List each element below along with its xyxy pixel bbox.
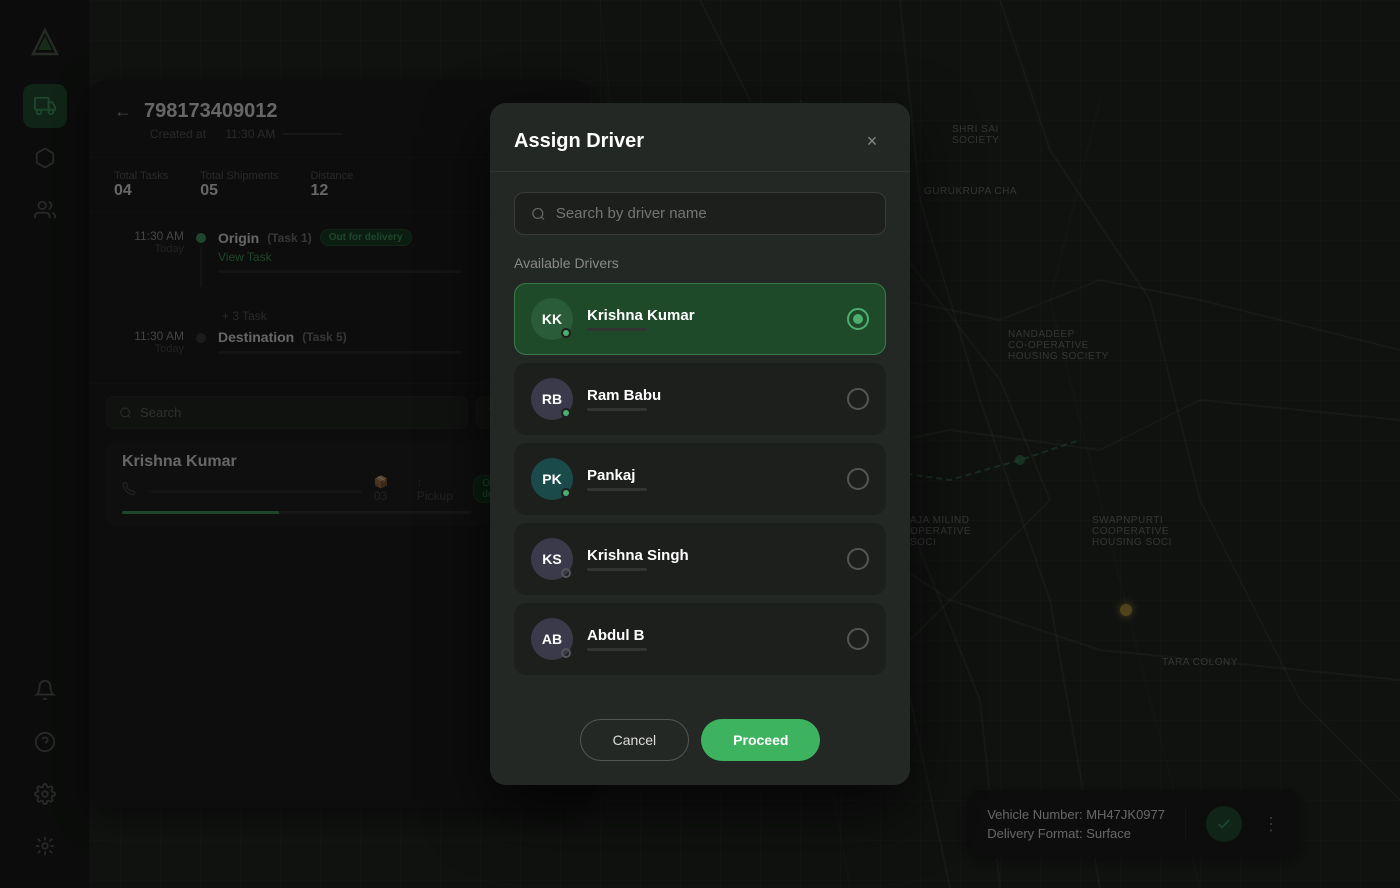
- driver-option-bar: [587, 648, 647, 651]
- driver-option-name: Krishna Singh: [587, 547, 833, 564]
- driver-radio-ks[interactable]: [847, 548, 869, 570]
- driver-avatar-ab: AB: [531, 618, 573, 660]
- driver-option-ks[interactable]: KS Krishna Singh: [514, 523, 886, 595]
- modal-close-button[interactable]: ×: [858, 127, 886, 155]
- driver-avatar-ks: KS: [531, 538, 573, 580]
- modal-footer: Cancel Proceed: [490, 703, 910, 785]
- driver-option-rb[interactable]: RB Ram Babu: [514, 363, 886, 435]
- driver-option-ab[interactable]: AB Abdul B: [514, 603, 886, 675]
- modal-search-icon: [531, 206, 546, 222]
- driver-avatar-rb: RB: [531, 378, 573, 420]
- driver-option-bar: [587, 408, 647, 411]
- driver-info-pk: Pankaj: [587, 467, 833, 491]
- driver-option-name: Abdul B: [587, 627, 833, 644]
- driver-option-bar: [587, 328, 647, 331]
- driver-search-box[interactable]: [514, 192, 886, 235]
- cancel-button[interactable]: Cancel: [580, 719, 690, 761]
- driver-avatar-kk: KK: [531, 298, 573, 340]
- driver-search-input[interactable]: [556, 205, 869, 222]
- proceed-button[interactable]: Proceed: [701, 719, 820, 761]
- driver-option-bar: [587, 488, 647, 491]
- modal-body: Available Drivers KK Krishna Kumar RB Ra…: [490, 172, 910, 703]
- driver-radio-kk[interactable]: [847, 308, 869, 330]
- driver-info-ab: Abdul B: [587, 627, 833, 651]
- driver-option-kk[interactable]: KK Krishna Kumar: [514, 283, 886, 355]
- modal-overlay[interactable]: Assign Driver × Available Drivers KK Kri…: [0, 0, 1400, 888]
- available-drivers-label: Available Drivers: [514, 255, 886, 271]
- driver-option-name: Krishna Kumar: [587, 307, 833, 324]
- driver-radio-rb[interactable]: [847, 388, 869, 410]
- driver-option-name: Pankaj: [587, 467, 833, 484]
- driver-info-ks: Krishna Singh: [587, 547, 833, 571]
- driver-radio-ab[interactable]: [847, 628, 869, 650]
- driver-option-name: Ram Babu: [587, 387, 833, 404]
- drivers-list: KK Krishna Kumar RB Ram Babu PK: [514, 283, 886, 675]
- driver-radio-pk[interactable]: [847, 468, 869, 490]
- modal-title: Assign Driver: [514, 130, 644, 153]
- modal-header: Assign Driver ×: [490, 103, 910, 172]
- driver-option-bar: [587, 568, 647, 571]
- driver-avatar-pk: PK: [531, 458, 573, 500]
- assign-driver-modal: Assign Driver × Available Drivers KK Kri…: [490, 103, 910, 785]
- driver-option-pk[interactable]: PK Pankaj: [514, 443, 886, 515]
- driver-info-kk: Krishna Kumar: [587, 307, 833, 331]
- driver-info-rb: Ram Babu: [587, 387, 833, 411]
